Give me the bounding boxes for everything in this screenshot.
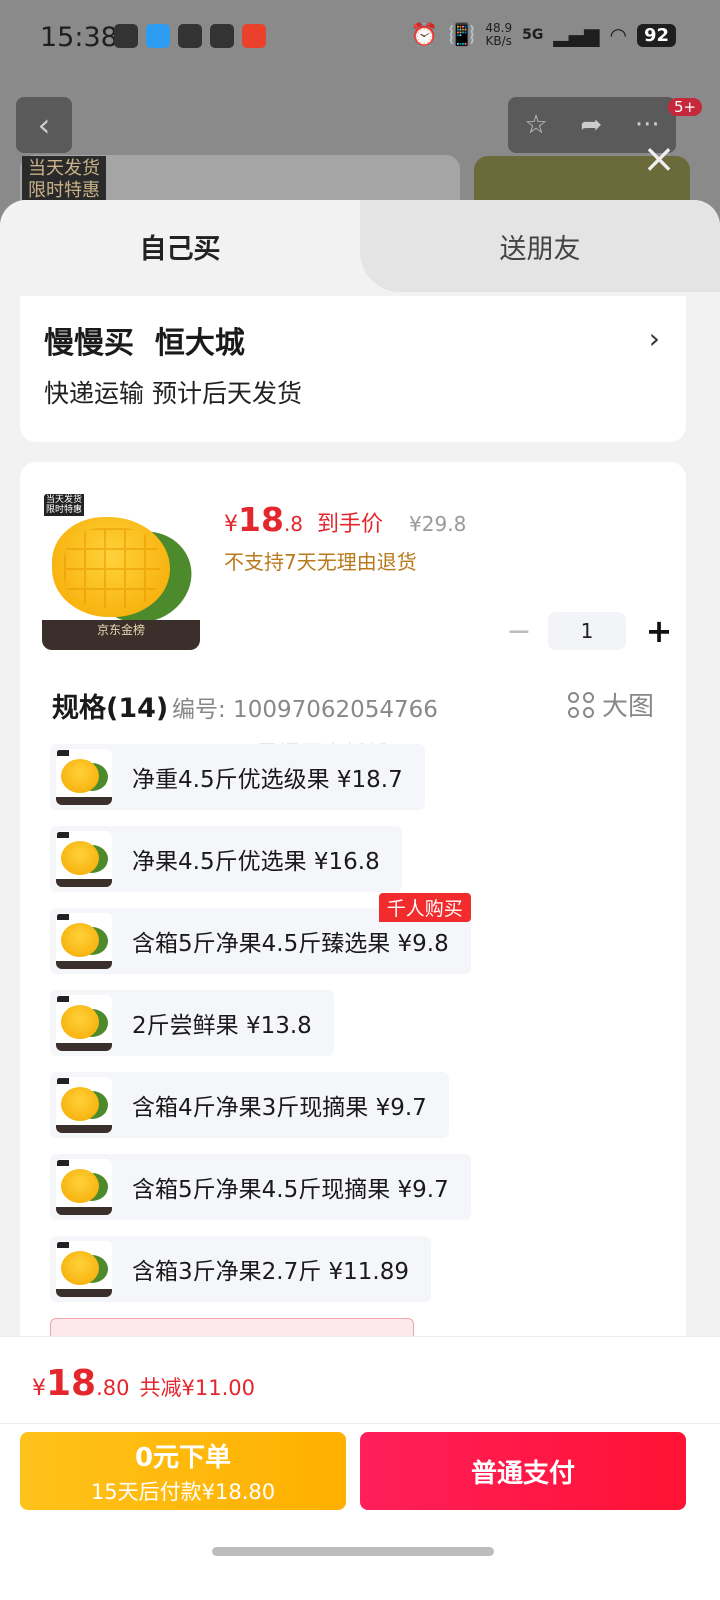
share-icon[interactable]: ➦	[580, 110, 602, 140]
alarm-icon: ⏰	[410, 22, 438, 48]
quantity-value[interactable]: 1	[548, 612, 626, 650]
popular-badge: 千人购买	[378, 893, 471, 922]
spec-thumbnail	[56, 995, 112, 1051]
notification-icons	[114, 24, 266, 48]
total-price: ¥ 18 .80 共减¥11.00	[32, 1363, 255, 1404]
handshake-icon	[178, 24, 202, 48]
wifi-icon: ◠	[609, 23, 627, 47]
product-image-tag: 当天发货 限时特惠	[44, 494, 85, 516]
spec-option[interactable]: 含箱5斤净果4.5斤臻选果 ¥9.8 千人购买	[50, 893, 471, 974]
status-right: ⏰ 📳 48.9 KB/s 5G ▂▄▆ ◠ 92	[411, 22, 676, 48]
product-image-band: 京东金榜	[42, 620, 200, 650]
spec-title: 规格(14)	[52, 693, 169, 724]
status-time: 15:38	[40, 22, 118, 53]
chevron-left-icon: ‹	[37, 106, 51, 144]
price-integer: 18	[238, 500, 284, 539]
address-card[interactable]: 慢慢买 恒大城 快递运输 预计后天发货 ›	[20, 296, 686, 442]
app-notif-icon	[146, 24, 170, 48]
original-price: ¥29.8	[409, 512, 467, 536]
price-label: 到手价	[317, 512, 384, 537]
address-title: 慢慢买 恒大城	[44, 326, 245, 361]
star-icon[interactable]: ☆	[524, 110, 547, 140]
spec-option[interactable]: 含箱5斤净果4.5斤现摘果 ¥9.7	[50, 1154, 471, 1220]
big-view-button[interactable]: 大图	[567, 686, 654, 723]
tab-gift[interactable]: 送朋友	[360, 200, 720, 292]
quantity-stepper: − 1 +	[504, 612, 674, 650]
checkout-bar: ¥ 18 .80 共减¥11.00 0元下单 15天后付款¥18.80 普通支付	[0, 1336, 720, 1600]
spec-option[interactable]: 2斤尝鲜果 ¥13.8	[50, 990, 334, 1056]
runner-icon	[210, 24, 234, 48]
signal-icon: ▂▄▆	[553, 23, 600, 47]
chevron-right-icon: ›	[648, 322, 660, 355]
vibrate-icon: 📳	[447, 22, 476, 48]
spec-option[interactable]: 含箱4斤净果3斤现摘果 ¥9.7	[50, 1072, 449, 1138]
spec-thumbnail	[56, 1159, 112, 1215]
spec-thumbnail	[56, 831, 112, 887]
home-indicator[interactable]	[212, 1547, 494, 1556]
zero-order-button[interactable]: 0元下单 15天后付款¥18.80	[20, 1432, 346, 1510]
close-icon[interactable]: ×	[640, 139, 678, 179]
spec-thumbnail	[56, 1077, 112, 1133]
normal-pay-button[interactable]: 普通支付	[360, 1432, 686, 1510]
status-bar: 15:38 ⏰ 📳 48.9 KB/s 5G ▂▄▆ ◠ 92	[0, 0, 720, 80]
grid-icon	[567, 691, 594, 718]
notif-badge: 5+	[668, 98, 703, 116]
spec-option[interactable]: 含箱3斤净果2.7斤 ¥11.89	[50, 1236, 431, 1302]
spec-thumbnail	[56, 913, 112, 969]
battery-indicator: 92	[636, 23, 676, 47]
product-code: 编号: 10097062054766	[172, 697, 438, 723]
tab-self-buy[interactable]: 自己买	[0, 200, 360, 292]
product-image[interactable]: 当天发货 限时特惠 京东金榜	[42, 492, 200, 650]
spec-option[interactable]: 净果4.5斤优选果 ¥16.8	[50, 826, 402, 892]
manmanmai-icon	[242, 24, 266, 48]
spec-thumbnail	[56, 749, 112, 805]
delivery-estimate: 快递运输 预计后天发货	[44, 379, 302, 408]
increase-button[interactable]: +	[644, 612, 674, 650]
return-policy: 不支持7天无理由退货	[224, 550, 417, 574]
network-type: 5G	[522, 27, 544, 43]
spec-thumbnail	[56, 1241, 112, 1297]
divider	[0, 1423, 720, 1424]
background-tag: 当天发货 限时特惠	[22, 156, 106, 204]
price-decimal: .8	[283, 512, 304, 536]
spec-option[interactable]: 净重4.5斤优选级果 ¥18.7	[50, 744, 425, 810]
price-row: ¥ 18 .8 到手价 ¥29.8	[224, 500, 467, 539]
back-button[interactable]: ‹	[16, 97, 72, 153]
decrease-button[interactable]: −	[504, 614, 534, 649]
discount-text: 共减¥11.00	[139, 1376, 255, 1400]
wechat-icon	[114, 24, 138, 48]
net-speed: 48.9 KB/s	[485, 21, 513, 48]
